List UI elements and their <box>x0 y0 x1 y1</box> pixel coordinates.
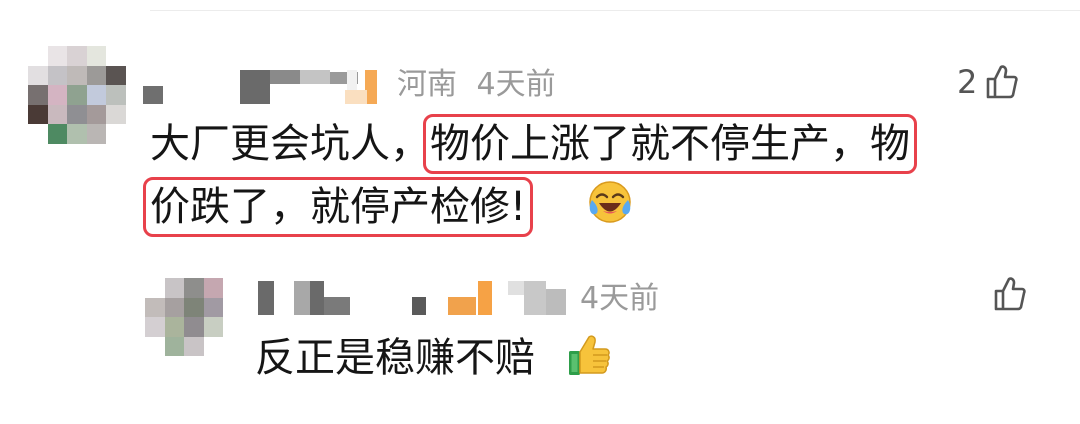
thumbs-up-emoji <box>569 335 610 375</box>
reply-text-content: 反正是稳赚不赔 <box>255 335 535 381</box>
username-redacted[interactable] <box>143 68 383 104</box>
highlighted-text-2: 价跌了，就停产检修! <box>142 177 534 237</box>
reply-username-redacted[interactable] <box>258 279 568 315</box>
comment-time: 4天前 <box>476 67 556 102</box>
comment-text-line-1: 大厂更会坑人，物价上涨了就不停生产，物 <box>150 114 917 174</box>
reply-like-button[interactable] <box>993 276 1027 312</box>
reply-time: 4天前 <box>580 281 660 316</box>
like-button[interactable]: 2 <box>957 62 1019 102</box>
avatar[interactable] <box>28 46 126 144</box>
comment-location: 河南 <box>397 67 457 102</box>
thumbs-up-icon <box>994 277 1026 311</box>
top-divider <box>150 10 1080 11</box>
laughing-tears-emoji <box>589 181 631 223</box>
reply-text: 反正是稳赚不赔 <box>255 334 535 382</box>
comment-text-plain: 大厂更会坑人， <box>150 121 430 167</box>
comment-text-line-2: 价跌了，就停产检修! <box>142 177 534 237</box>
reply-meta: 4天前 <box>580 281 659 317</box>
comment-meta: 河南 4天前 <box>397 67 556 103</box>
like-count: 2 <box>957 63 978 101</box>
thumbs-up-icon <box>987 65 1019 99</box>
reply-avatar[interactable] <box>145 278 223 356</box>
highlighted-text-1: 物价上涨了就不停生产，物 <box>423 114 917 174</box>
